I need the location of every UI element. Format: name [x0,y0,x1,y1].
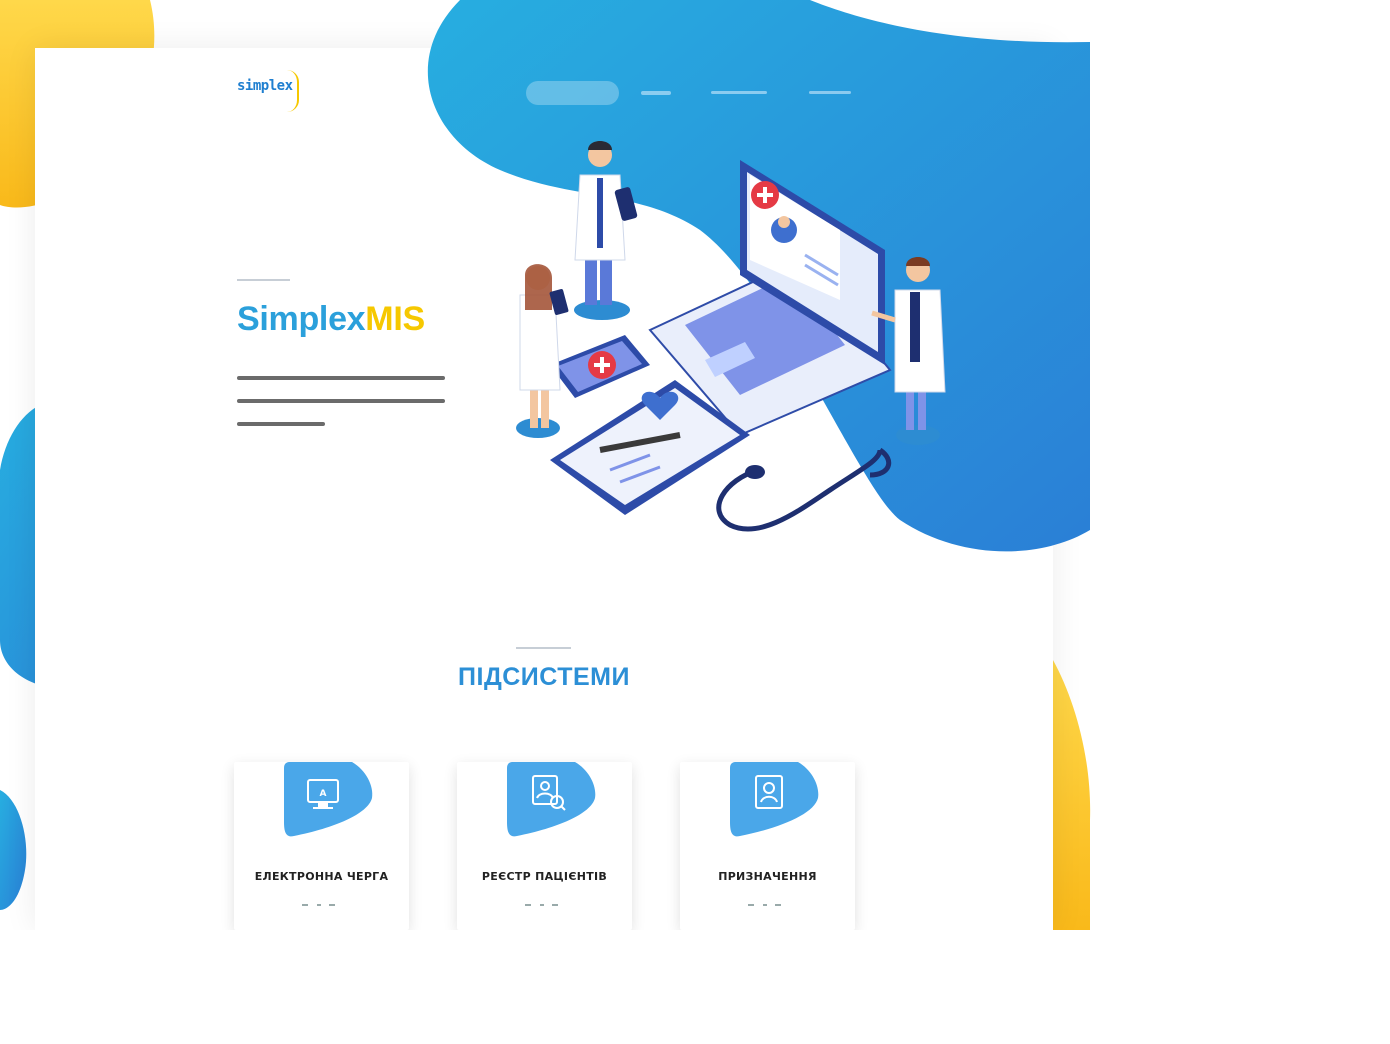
card-meta-dots [525,904,558,906]
subsystem-card-queue[interactable]: A ЕЛЕКТРОННА ЧЕРГА [234,762,409,930]
doctor-figure-2 [516,264,569,438]
section-title: ПІДСИСТЕМИ [458,663,630,691]
subsystem-cards: A ЕЛЕКТРОННА ЧЕРГА РЕЄСТР ПАЦІЄНТІВ ПРИЗ… [234,762,855,930]
stage: simplex SimplexMIS ПІДСИСТЕМИ A ЕЛЕКТРОН… [0,0,1390,1044]
prescription-icon [730,762,819,837]
section-divider [516,647,571,649]
nav-item-2[interactable] [641,90,671,95]
nav-item-4[interactable] [809,91,851,94]
card-title: РЕЄСТР ПАЦІЄНТІВ [481,870,608,883]
doctor-figure-1 [574,141,638,320]
logo-bracket-icon [287,70,299,112]
subsystem-card-prescriptions[interactable]: ПРИЗНАЧЕННЯ [680,762,855,930]
logo[interactable]: simplex [237,70,337,115]
hero-title-main: Simplex [237,300,366,338]
logo-wordmark: simplex [237,78,293,94]
hero-illustration [516,141,946,532]
bottom-whitespace [0,930,1390,1044]
card-meta-dots [302,904,335,906]
card-title: ПРИЗНАЧЕННЯ [718,870,817,883]
hero-title: SimplexMIS [237,300,425,339]
subsystem-card-registry[interactable]: РЕЄСТР ПАЦІЄНТІВ [457,762,632,930]
hero-divider [237,279,290,281]
top-nav [526,80,851,105]
nav-item-1[interactable] [526,80,619,105]
card-meta-dots [748,904,781,906]
nav-item-3[interactable] [711,91,767,94]
patient-registry-icon [507,762,596,837]
card-title: ЕЛЕКТРОННА ЧЕРГА [254,870,389,883]
monitor-icon: A [284,762,373,837]
svg-text:A: A [320,789,327,799]
stethoscope-icon [716,449,883,532]
hero-description-lines [237,376,445,426]
hero-title-accent: MIS [365,300,425,338]
